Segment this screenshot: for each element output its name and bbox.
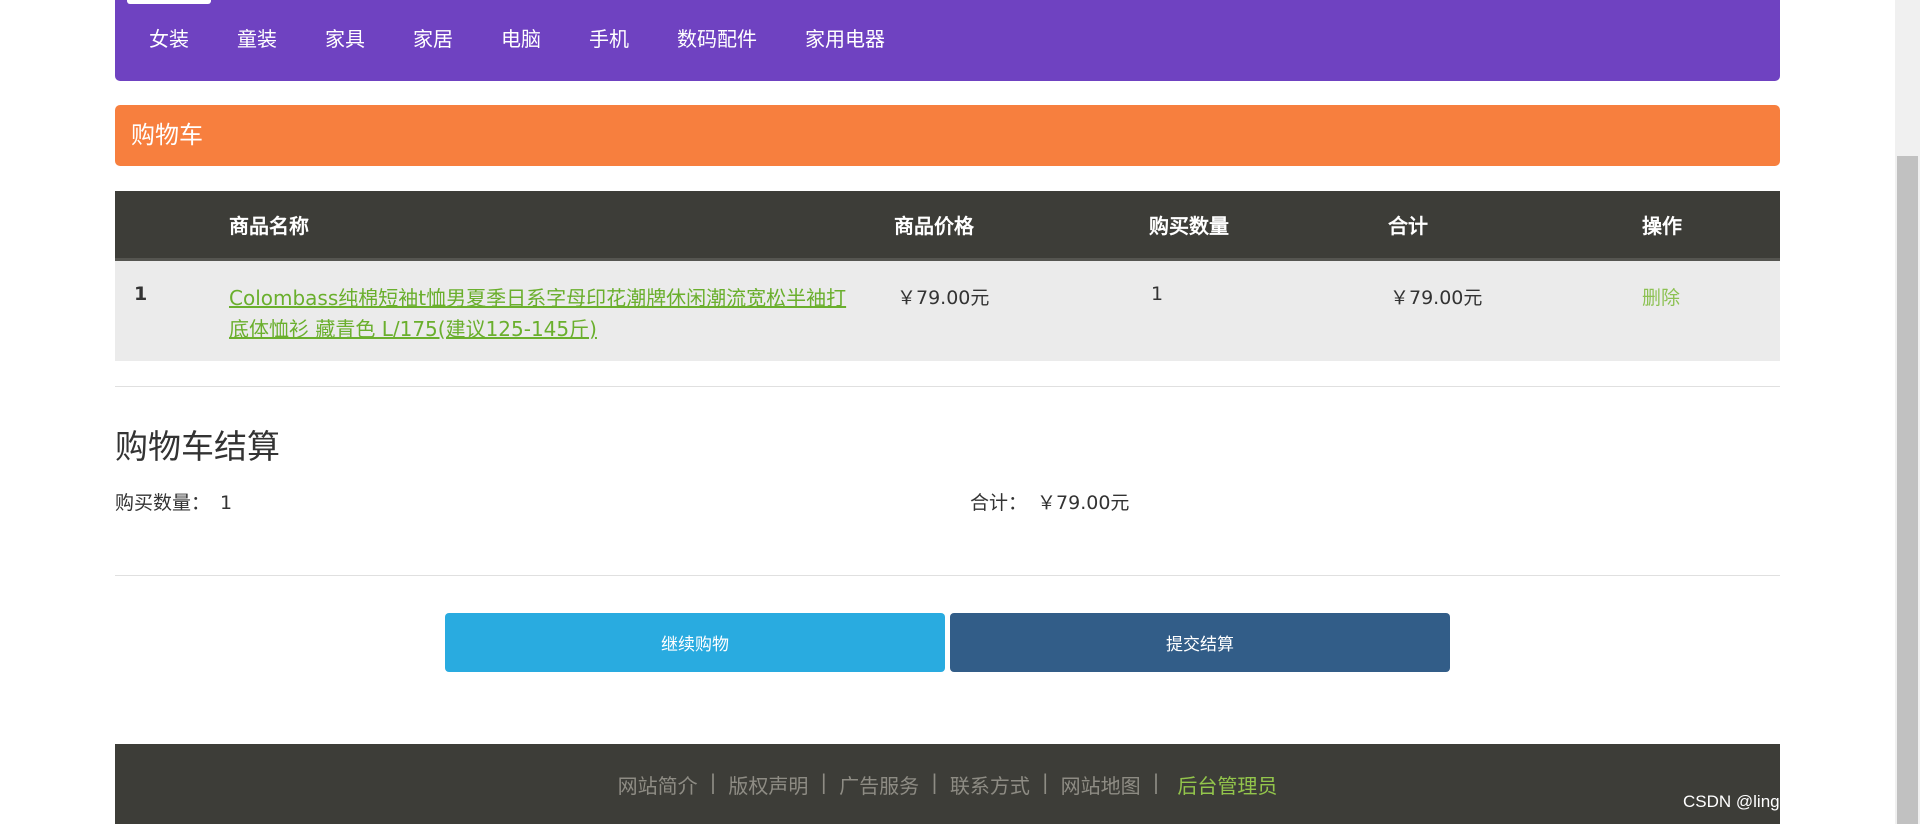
nav-item-computer[interactable]: 电脑 — [501, 23, 541, 52]
footer-link-admin[interactable]: 后台管理员 — [1177, 770, 1277, 824]
cart-table: 商品名称 商品价格 购买数量 合计 操作 1 Colombass纯棉短袖t恤男夏… — [115, 191, 1780, 361]
nav-item-phone[interactable]: 手机 — [589, 23, 629, 52]
column-header-quantity: 购买数量 — [1149, 214, 1229, 238]
summary-total: 合计： ￥79.00元 — [970, 488, 1129, 515]
summary-total-label: 合计： — [970, 492, 1028, 514]
watermark: CSDN @linge511873822 — [1683, 792, 1873, 811]
footer-link-sitemap[interactable]: 网站地图 — [1061, 770, 1141, 824]
scrollbar-thumb[interactable] — [1897, 156, 1918, 824]
nav-list: 女装 童装 家具 家居 电脑 手机 数码配件 家用电器 — [115, 0, 899, 74]
cart-header: 购物车 — [115, 105, 1780, 166]
row-index: 1 — [134, 283, 148, 305]
footer-link-contact[interactable]: 联系方式 — [950, 770, 1030, 824]
footer: 网站简介 | 版权声明 | 广告服务 | 联系方式 | 网站地图 | 后台管理员 — [115, 744, 1780, 824]
nav-item-appliances[interactable]: 家用电器 — [805, 23, 885, 52]
footer-separator: | — [1041, 770, 1049, 794]
nav-item-womens[interactable]: 女装 — [149, 23, 189, 52]
nav-item-furniture[interactable]: 家具 — [325, 23, 365, 52]
column-header-total: 合计 — [1388, 214, 1428, 238]
nav-item-digital-accessories[interactable]: 数码配件 — [677, 23, 757, 52]
summary-total-value: ￥79.00元 — [1037, 492, 1130, 514]
column-header-price: 商品价格 — [894, 214, 974, 238]
footer-separator: | — [931, 770, 938, 794]
table-header: 商品名称 商品价格 购买数量 合计 操作 — [115, 191, 1780, 261]
column-header-action: 操作 — [1642, 214, 1682, 238]
nav-item-kids[interactable]: 童装 — [237, 23, 277, 52]
divider — [115, 575, 1780, 576]
footer-separator: | — [1152, 770, 1160, 794]
summary-title: 购物车结算 — [115, 427, 280, 466]
divider — [115, 386, 1780, 387]
delete-link[interactable]: 删除 — [1642, 283, 1680, 310]
table-row: 1 Colombass纯棉短袖t恤男夏季日系字母印花潮牌休闲潮流宽松半袖打底体恤… — [115, 261, 1780, 361]
footer-link-ads[interactable]: 广告服务 — [839, 770, 919, 824]
category-nav: 女装 童装 家具 家居 电脑 手机 数码配件 家用电器 — [115, 0, 1780, 81]
footer-link-about[interactable]: 网站简介 — [618, 770, 698, 824]
footer-separator: | — [709, 770, 717, 794]
nav-item-home[interactable]: 家居 — [413, 23, 453, 52]
column-header-name: 商品名称 — [229, 214, 309, 238]
summary-quantity: 购买数量： 1 — [115, 488, 232, 515]
footer-separator: | — [820, 770, 828, 794]
product-name-link[interactable]: Colombass纯棉短袖t恤男夏季日系字母印花潮牌休闲潮流宽松半袖打底体恤衫 … — [229, 283, 849, 345]
row-price: ￥79.00元 — [897, 287, 990, 309]
summary-quantity-value: 1 — [220, 492, 233, 514]
footer-link-copyright[interactable]: 版权声明 — [728, 770, 808, 824]
row-total: ￥79.00元 — [1390, 287, 1483, 309]
summary-quantity-label: 购买数量： — [115, 492, 211, 514]
continue-shopping-button[interactable]: 继续购物 — [445, 613, 945, 672]
row-quantity: 1 — [1151, 283, 1164, 305]
submit-checkout-button[interactable]: 提交结算 — [950, 613, 1450, 672]
